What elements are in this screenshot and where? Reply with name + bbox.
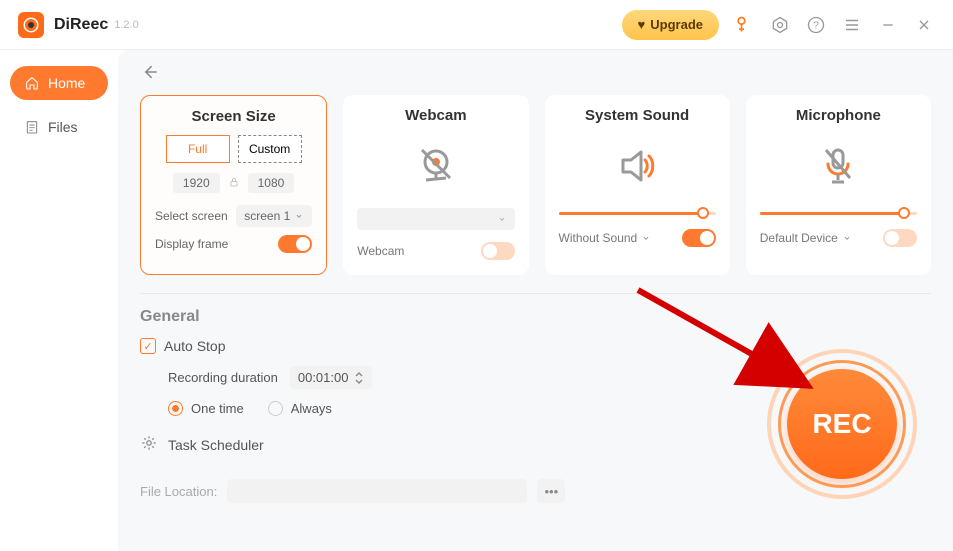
stepper-icon (354, 371, 364, 385)
sidebar-item-label: Home (48, 75, 85, 91)
gear-icon (140, 434, 158, 455)
microphone-toggle[interactable] (883, 229, 917, 247)
svg-text:?: ? (813, 20, 819, 31)
app-name: DiReec (54, 16, 108, 34)
display-frame-label: Display frame (155, 237, 228, 251)
webcam-select[interactable] (357, 208, 514, 230)
system-sound-toggle[interactable] (682, 229, 716, 247)
general-section-title: General (140, 308, 931, 326)
always-radio[interactable] (268, 401, 283, 416)
card-title: Webcam (357, 107, 514, 124)
sidebar-item-home[interactable]: Home (10, 66, 108, 100)
rec-button-wrap: REC (767, 349, 917, 499)
display-frame-toggle[interactable] (278, 235, 312, 253)
card-screen-size[interactable]: Screen Size Full Custom 1920 1080 Select… (140, 95, 327, 275)
screen-custom-button[interactable]: Custom (238, 135, 302, 163)
card-title: Screen Size (155, 108, 312, 125)
select-screen-label: Select screen (155, 209, 228, 223)
app-logo (18, 12, 44, 38)
settings-icon[interactable] (769, 14, 791, 36)
one-time-label: One time (191, 401, 244, 416)
select-screen-dropdown[interactable]: screen 1 (236, 205, 312, 227)
webcam-toggle[interactable] (481, 242, 515, 260)
recording-duration-input[interactable]: 00:01:00 (290, 366, 373, 389)
height-value[interactable]: 1080 (248, 173, 295, 193)
always-label: Always (291, 401, 332, 416)
files-icon (24, 119, 40, 135)
auto-stop-checkbox[interactable]: ✓ (140, 338, 156, 354)
chevron-down-icon (294, 211, 304, 221)
help-icon[interactable]: ? (805, 14, 827, 36)
sidebar-item-files[interactable]: Files (10, 110, 108, 144)
upgrade-label: Upgrade (650, 17, 703, 32)
auto-stop-label: Auto Stop (164, 338, 226, 354)
app-version: 1.2.0 (114, 19, 138, 31)
chevron-down-icon (641, 233, 651, 243)
back-arrow-icon[interactable] (140, 62, 160, 87)
sidebar: Home Files (0, 50, 118, 551)
one-time-radio[interactable] (168, 401, 183, 416)
heart-icon: ♥ (638, 17, 646, 32)
card-webcam[interactable]: Webcam Webcam (343, 95, 528, 275)
screen-full-button[interactable]: Full (166, 135, 230, 163)
key-icon[interactable] (733, 14, 755, 36)
lock-icon[interactable] (228, 176, 240, 191)
menu-icon[interactable] (841, 14, 863, 36)
card-microphone[interactable]: Microphone Default Device (746, 95, 931, 275)
home-icon (24, 75, 40, 91)
close-icon[interactable] (913, 14, 935, 36)
file-location-input[interactable] (227, 479, 527, 503)
recording-duration-label: Recording duration (168, 370, 278, 385)
task-scheduler-label[interactable]: Task Scheduler (168, 437, 264, 453)
file-location-browse-button[interactable]: ••• (537, 479, 565, 503)
chevron-down-icon (842, 233, 852, 243)
speaker-icon (559, 134, 716, 198)
microphone-off-icon (760, 134, 917, 198)
file-location-label: File Location: (140, 484, 217, 499)
title-bar: DiReec 1.2.0 ♥ Upgrade ? (0, 0, 953, 50)
microphone-slider[interactable] (760, 212, 917, 215)
webcam-label: Webcam (357, 244, 404, 258)
card-title: Microphone (760, 107, 917, 124)
microphone-select[interactable]: Default Device (760, 231, 852, 245)
chevron-down-icon (497, 214, 507, 224)
system-sound-select[interactable]: Without Sound (559, 231, 652, 245)
system-sound-slider[interactable] (559, 212, 716, 215)
minimize-icon[interactable] (877, 14, 899, 36)
upgrade-button[interactable]: ♥ Upgrade (622, 10, 719, 40)
card-title: System Sound (559, 107, 716, 124)
card-system-sound[interactable]: System Sound Without Sound (545, 95, 730, 275)
webcam-off-icon (357, 134, 514, 198)
main-panel: Screen Size Full Custom 1920 1080 Select… (118, 50, 953, 551)
divider (140, 293, 931, 294)
width-value[interactable]: 1920 (173, 173, 220, 193)
sidebar-item-label: Files (48, 119, 78, 135)
